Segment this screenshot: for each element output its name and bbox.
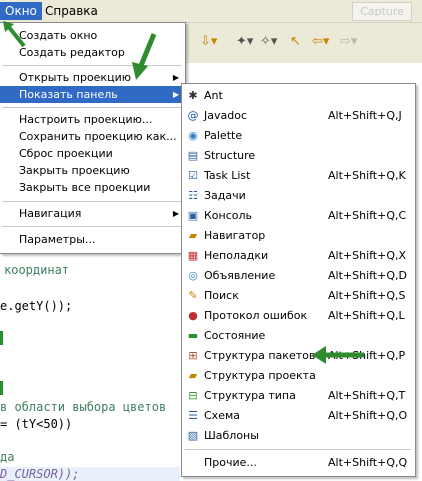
outline-icon: ☰ [188,409,198,422]
templates-icon: ▧ [187,429,199,442]
menu-separator [2,107,182,108]
menu-separator [2,226,182,227]
tasks-icon: ☷ [188,189,198,202]
close-perspective-item[interactable]: Закрыть проекцию [0,162,185,179]
reset-perspective-item[interactable]: Сброс проекции [0,145,185,162]
menu-help[interactable]: Справка [40,2,103,20]
view-item-declaration[interactable]: ◎ Объявление Alt+Shift+Q,D [182,266,415,286]
view-item-task-list[interactable]: ☑ Task List Alt+Shift+Q,K [182,166,415,186]
view-item-search[interactable]: ✎ Поиск Alt+Shift+Q,S [182,286,415,306]
capture-button[interactable]: Capture [352,2,412,21]
view-item-outline[interactable]: ☰ Схема Alt+Shift+Q,O [182,406,415,426]
close-all-perspectives-item[interactable]: Закрыть все проекции [0,179,185,196]
view-item-error-log[interactable]: ● Протокол ошибок Alt+Shift+Q,L [182,306,415,326]
submenu-arrow-icon: ▶ [172,73,179,82]
code-line: в области выбора цветов [0,400,167,414]
back-icon[interactable]: ⇦▾ [312,33,329,51]
problems-icon: ▦ [187,249,199,262]
console-icon: ▣ [187,209,199,222]
view-item-navigator[interactable]: ▰ Навигатор [182,226,415,246]
submenu-arrow-icon: ▶ [172,90,179,99]
type-hierarchy-icon: ⊟ [188,389,198,402]
code-line: координат [4,263,70,277]
declaration-icon: ◎ [188,269,198,282]
view-item-tasks[interactable]: ☷ Задачи [182,186,415,206]
code-line: да [0,450,15,464]
annotation-arrow-icon [3,21,26,48]
preferences-item[interactable]: Параметры... [0,231,185,248]
view-item-package-explorer[interactable]: ⊞ Структура пакетов Alt+Shift+Q,P [182,346,415,366]
view-item-project-explorer[interactable]: ▰ Структура проекта [182,366,415,386]
view-item-structure[interactable]: ▤ Structure [182,146,415,166]
search-icon: ✎ [188,289,198,302]
menu-separator [185,449,411,450]
view-item-javadoc[interactable]: @ Javadoc Alt+Shift+Q,J [182,106,415,126]
forward-icon[interactable]: ⇨▾ [340,33,357,51]
marker-bar [0,381,3,395]
menu-window[interactable]: Окно [0,2,42,20]
annotation-arrow-icon [132,33,157,80]
show-view-submenu: ✱ Ant @ Javadoc Alt+Shift+Q,J ◉ Palette … [181,83,416,477]
save-perspective-item[interactable]: Сохранить проекцию как... [0,128,185,145]
navigation-item[interactable]: Навигация ▶ [0,205,185,222]
view-item-palette[interactable]: ◉ Palette [182,126,415,146]
view-item-problems[interactable]: ▦ Неполадки Alt+Shift+Q,X [182,246,415,266]
view-item-console[interactable]: ▣ Консоль Alt+Shift+Q,C [182,206,415,226]
download-icon[interactable]: ⇩▾ [200,33,217,51]
view-item-type-hierarchy[interactable]: ⊟ Структура типа Alt+Shift+Q,T [182,386,415,406]
progress-icon: ▬ [187,329,199,342]
at-icon: @ [187,109,199,122]
palette-icon: ◉ [188,129,198,142]
show-view-item[interactable]: Показать панель ▶ [0,86,185,103]
last-edit-icon[interactable]: ↖ [290,33,301,51]
view-item-ant[interactable]: ✱ Ant [182,86,415,106]
pin2-icon[interactable]: ✧▾ [260,33,277,51]
view-item-progress[interactable]: ▬ Состояние [182,326,415,346]
marker-bar [0,331,3,345]
error-log-icon: ● [188,309,198,322]
submenu-arrow-icon: ▶ [172,209,179,218]
view-item-templates[interactable]: ▧ Шаблоны [182,426,415,446]
project-explorer-icon: ▰ [188,369,198,382]
task-list-icon: ☑ [188,169,198,182]
code-line: e.getY()); [0,299,73,313]
menu-separator [2,201,182,202]
structure-icon: ▤ [187,149,199,162]
package-explorer-icon: ⊞ [188,349,198,362]
menu-bar: Окно Справка Capture [0,0,422,23]
customize-perspective-item[interactable]: Настроить проекцию... [0,111,185,128]
code-line: D_CURSOR)); [0,467,180,481]
annotation-arrow-icon [312,346,364,364]
view-item-other[interactable]: Прочие... Alt+Shift+Q,Q [182,453,415,473]
code-line: = (tY<50)) [0,417,73,431]
navigator-icon: ▰ [188,229,198,242]
ant-icon: ✱ [188,89,198,102]
pin-icon[interactable]: ✦▾ [236,33,253,51]
